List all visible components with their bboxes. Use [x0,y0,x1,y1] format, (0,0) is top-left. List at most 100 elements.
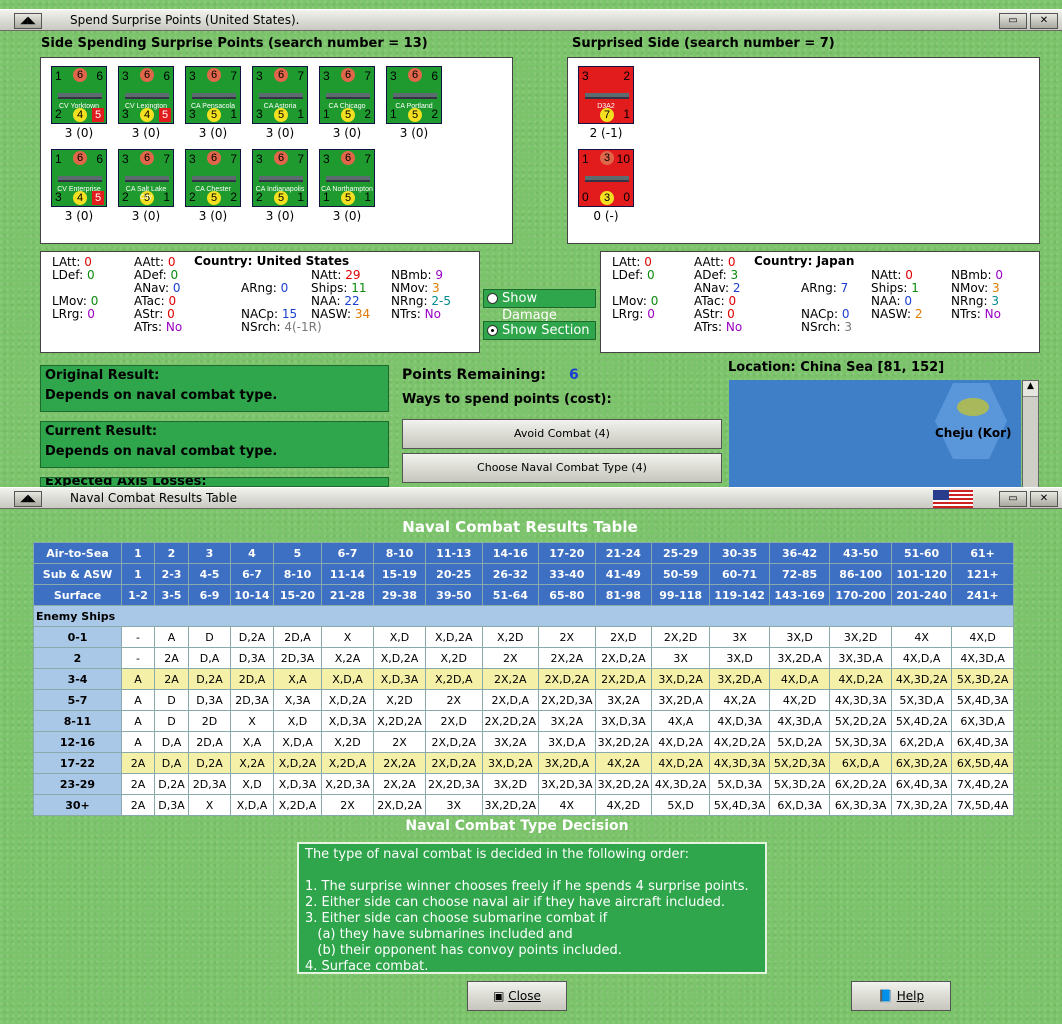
ship-silhouette-icon [326,93,370,99]
system-menu-button[interactable]: ◢◣ [14,13,42,29]
crt-header-cell: 33-40 [538,563,596,585]
stat-ldef: LDef: 0 [612,268,655,282]
stat-label: NBmb: [391,268,436,282]
crt-cell: 3X,D,2A [651,668,711,690]
unit-counter[interactable]: 3 6 7 3 5 1 CA Pensacola [185,66,241,124]
show-damage-radio[interactable] [487,293,498,304]
avoid-combat-button[interactable]: Avoid Combat (4) [402,419,722,449]
crt-cell: 3X,D,A [538,731,596,753]
stat-nbmb: NBmb: 9 [391,268,443,282]
unit-name: CA Portland [395,103,433,110]
show-damage-option[interactable]: Show Damage [483,289,596,323]
unit-counter[interactable]: 3 6 7 3 5 1 CA Astoria [252,66,308,124]
scroll-up-arrow-icon[interactable]: ▲ [1023,381,1038,397]
location-map[interactable]: Cheju (Kor) [729,380,1021,488]
crt-cell: D,3A [154,794,189,816]
crt-cell: A [121,668,155,690]
stat-value: 0 [168,294,177,308]
crt-cell: 2X,2D,A [594,668,653,690]
decision-line: The type of naval combat is decided in t… [305,847,689,862]
decision-line: 1. The surprise winner chooses freely if… [305,879,749,894]
stat-nmov: NMov: 3 [951,281,1000,295]
stat-value: 0 [167,307,175,321]
unit-counter[interactable]: 1 6 6 2 4 5 CV Yorktown [51,66,107,124]
stat-lrrg: LRrg: 0 [52,307,95,321]
unit-name: CA Pensacola [191,103,235,110]
unit-counter[interactable]: 3 6 7 2 5 1 CA Indianapolis [252,149,308,207]
crt-header-cell: 6-7 [230,563,274,585]
crt-row-label: Sub & ASW [33,563,122,585]
unit-movement: 6 [274,151,288,165]
unit-counter[interactable]: 3 2 7 1 D3A2 [578,66,634,124]
crt-cell: 4X,3D,3A [829,689,893,711]
show-section-label: Show Section [502,323,590,338]
crt-cell: 3X,2A [481,731,540,753]
crt-cell: 3X,3D,A [829,647,893,669]
unit-counter[interactable]: 1 6 6 3 4 5 CV Enterprise [51,149,107,207]
stat-label: NTrs: [951,307,985,321]
crt-cell: 5X,2D,3A [769,752,831,774]
crt-cell: 3X,2D,A [538,752,596,774]
unit-counter[interactable]: 3 6 7 2 5 2 CA Chester [185,149,241,207]
map-scrollbar[interactable]: ▲ [1022,380,1039,488]
unit-name: CA Chester [195,186,231,193]
crt-restore-button[interactable]: ▭ [999,491,1027,507]
stat-value: 29 [345,268,361,282]
crt-header-cell: 3 [188,542,231,564]
unit-counter[interactable]: 3 6 7 2 5 1 CA Salt Lake City [118,149,174,207]
stat-label: NSrch: [241,320,285,334]
crt-cell: X,D,A [230,794,274,816]
unit-counter[interactable]: 3 6 7 1 5 1 CA Northampton [319,149,375,207]
unit-counter[interactable]: 3 6 6 3 4 5 CV Lexington [118,66,174,124]
unit-counter[interactable]: 1 3 10 0 3 0 [578,149,634,207]
crt-cell: D,2A [154,773,189,795]
crt-cell: D,2A [230,626,274,648]
stat-lmov: LMov: 0 [612,294,658,308]
unit-attack: 3 [256,152,263,166]
crt-cell: 5X,3D,2A [951,668,1015,690]
ship-silhouette-icon [125,93,169,99]
crt-cell: 4X,3D,2A [651,773,711,795]
unit-range: 7 [230,152,237,166]
stat-value: 0 [87,307,95,321]
original-result-value: Depends on naval combat type. [45,388,278,403]
unit-name: CA Chicago [328,103,366,110]
unit-caption: 3 (0) [64,126,94,140]
restore-button[interactable]: ▭ [999,13,1027,29]
unit-counter[interactable]: 3 6 6 1 5 2 CA Portland [386,66,442,124]
close-button[interactable]: ▣ Close [467,981,567,1011]
stat-nasw: NASW: 2 [871,307,922,321]
decision-line: (a) they have submarines included and [305,927,573,942]
crt-cell: X,2D [481,626,540,648]
stat-value: 0 [172,281,181,295]
stat-value: 3 [991,281,1000,295]
unit-caption: 3 (0) [332,209,362,223]
crt-cell: 3X,2D,2A [481,794,540,816]
stat-value: 1 [911,281,919,295]
stats-panel-us: Country: United States LAtt: 0 LDef: 0 LMov… [40,251,480,353]
crt-system-menu-button[interactable]: ◢◣ [14,491,42,507]
crt-row-label: Air-to-Sea [33,542,122,564]
expected-losses-label: Expected Axis Losses: [45,477,207,487]
stat-value: 2 [914,307,923,321]
close-window-button[interactable]: ✕ [1030,13,1058,29]
left-units-panel: 1 6 6 2 4 5 CV Yorktown 3 (0) 3 6 6 3 4 5 CV Lexington… [40,57,513,244]
crt-cell: 4X,D [951,626,1015,648]
unit-counter[interactable]: 3 6 7 1 5 2 CA Chicago [319,66,375,124]
stat-label: ATac: [694,294,729,308]
stat-arng: ARng: 7 [801,281,848,295]
show-section-radio[interactable] [487,325,498,336]
crt-close-window-button[interactable]: ✕ [1030,491,1058,507]
help-button[interactable]: 📘 Help [851,981,951,1011]
unit-name: D3A2 [597,103,615,110]
stat-value: 7 [840,281,849,295]
ship-silhouette-icon [585,176,629,182]
unit-caption: 3 (0) [64,209,94,223]
stat-label: AAtt: [134,255,168,269]
crt-cell: X,D,A [273,731,322,753]
crt-cell: - [121,647,155,669]
show-section-option[interactable]: Show Section [483,321,596,340]
unit-speed: 3 [600,191,614,205]
crt-cell: 2D,3A [273,647,322,669]
choose-naval-combat-type-button[interactable]: Choose Naval Combat Type (4) [402,453,722,483]
